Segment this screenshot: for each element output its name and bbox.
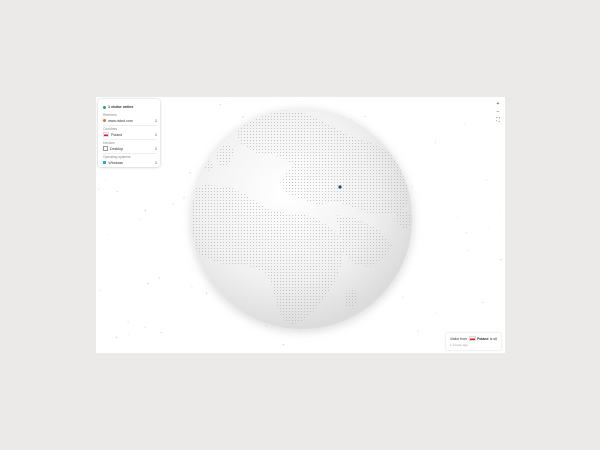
referrer-row[interactable]: www.rickst.com 1 xyxy=(103,118,157,123)
country-count: 1 xyxy=(155,132,157,137)
online-dot-icon xyxy=(103,105,106,109)
visitor-notification[interactable]: Visitor from Poland is on ⋮ 1 minute ago xyxy=(446,333,501,350)
devices-label: Devices xyxy=(103,141,115,145)
fullscreen-button[interactable]: ⛶ xyxy=(494,116,502,124)
os-value: Windows xyxy=(108,160,123,165)
country-row[interactable]: Poland 1 xyxy=(103,132,157,137)
os-label: Operating systems xyxy=(103,155,131,159)
poland-flag-icon xyxy=(468,336,476,341)
notification-time: 1 minute ago xyxy=(450,343,468,347)
zoom-in-button[interactable]: + xyxy=(494,100,502,108)
notification-prefix: Visitor from xyxy=(450,336,468,341)
visitor-marker[interactable] xyxy=(338,185,342,189)
referrer-count: 1 xyxy=(155,118,157,123)
referrers-label: Referrers xyxy=(103,113,117,117)
notification-text: Visitor from Poland is on xyxy=(450,336,497,341)
online-status: 1 visitor online xyxy=(103,105,133,109)
referrer-value: www.rickst.com xyxy=(108,118,133,123)
device-row[interactable]: Desktop 1 xyxy=(103,146,157,151)
device-count: 1 xyxy=(155,146,157,151)
poland-flag-icon xyxy=(103,132,109,137)
online-count-text: 1 visitor online xyxy=(108,105,134,109)
zoom-out-button[interactable]: − xyxy=(494,108,502,116)
windows-icon xyxy=(103,161,107,164)
country-value: Poland xyxy=(111,132,123,137)
desktop-icon xyxy=(103,146,108,151)
map-controls: + − ⛶ xyxy=(494,100,502,124)
divider xyxy=(103,139,157,140)
referrer-icon xyxy=(103,119,106,122)
more-options-icon[interactable]: ⋮ xyxy=(494,336,498,341)
divider xyxy=(103,153,157,154)
os-row[interactable]: Windows 1 xyxy=(103,160,157,165)
visitors-panel: 1 visitor online Referrers www.rickst.co… xyxy=(98,99,160,167)
globe-viewport[interactable]: 1 visitor online Referrers www.rickst.co… xyxy=(96,97,505,353)
device-value: Desktop xyxy=(110,146,124,151)
notification-country: Poland xyxy=(477,336,489,341)
divider xyxy=(103,125,157,126)
os-count: 1 xyxy=(155,160,157,165)
countries-label: Countries xyxy=(103,127,118,131)
